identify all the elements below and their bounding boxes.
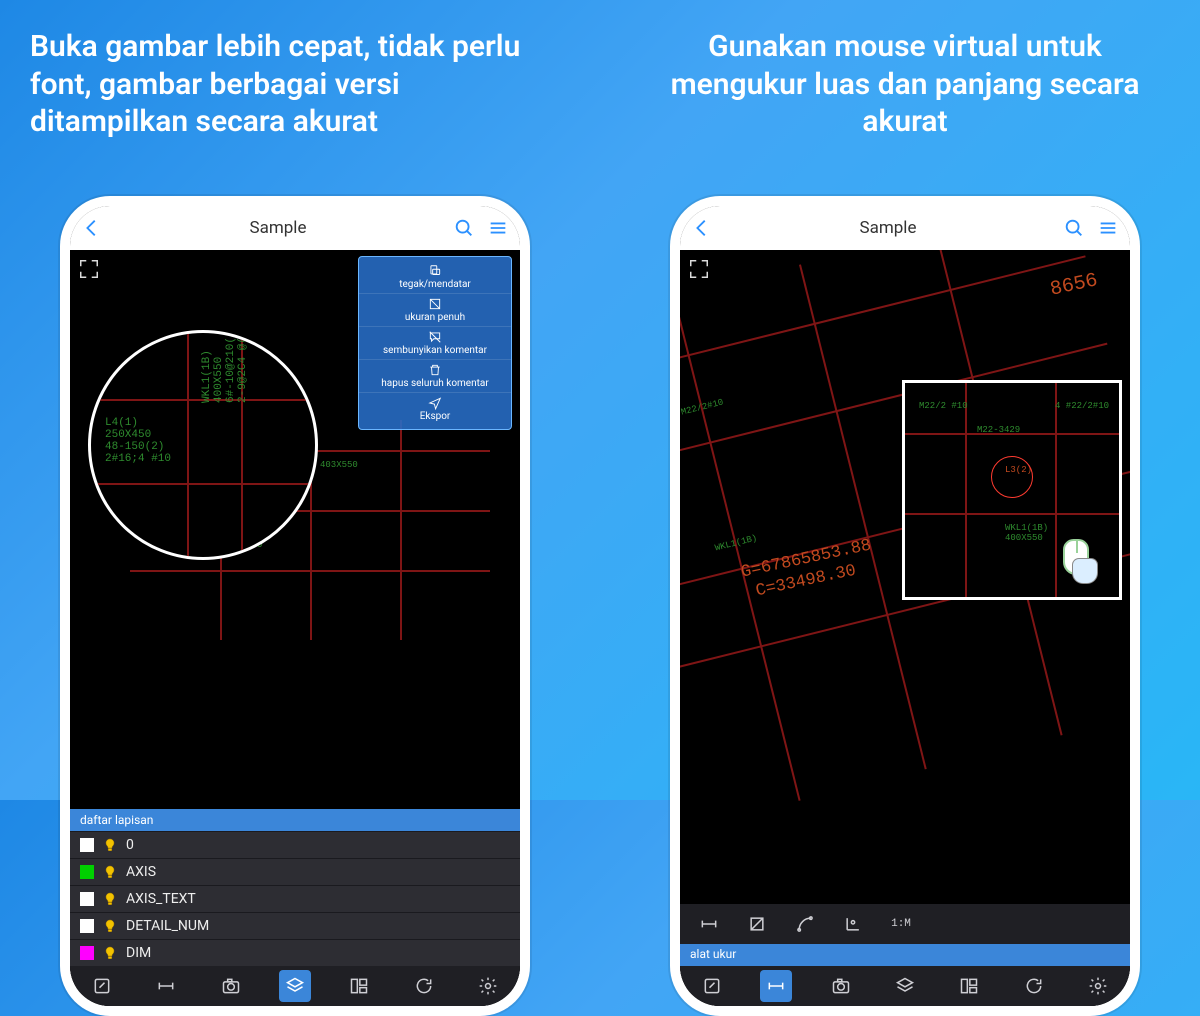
layout-tool[interactable]	[343, 970, 375, 1002]
search-button[interactable]	[450, 214, 478, 242]
subtool-scale[interactable]: 1:M	[884, 907, 918, 941]
dropdown-label: tegak/mendatar	[399, 279, 471, 290]
bulb-icon[interactable]	[104, 865, 116, 879]
back-button[interactable]	[78, 214, 106, 242]
fullscreen-button[interactable]	[688, 258, 710, 280]
promo-headline-right: Gunakan mouse virtual untuk mengukur lua…	[610, 0, 1200, 153]
promo-headline-left: Buka gambar lebih cepat, tidak perlu fon…	[0, 0, 590, 153]
dropdown-label: Ekspor	[420, 411, 451, 422]
trash-icon	[428, 363, 442, 377]
meas-label: WKL1(1B) 400X550	[1005, 523, 1048, 543]
app-bar: Sample	[680, 206, 1130, 250]
layer-panel-title: daftar lapisan	[70, 809, 520, 831]
camera-tool[interactable]	[215, 970, 247, 1002]
measure-panel-title: alat ukur	[680, 944, 1130, 966]
hide-comment-icon	[428, 330, 442, 344]
layer-color-swatch	[80, 919, 94, 933]
dropdown-label: ukuran penuh	[405, 312, 465, 323]
app-bar: Sample	[70, 206, 520, 250]
layout-tool[interactable]	[953, 970, 985, 1002]
layer-row[interactable]: 0	[70, 831, 520, 858]
layer-name: 0	[126, 837, 134, 853]
fullscreen-button[interactable]	[78, 258, 100, 280]
dropdown-label: sembunyikan komentar	[383, 345, 487, 356]
layer-name: AXIS_TEXT	[126, 891, 196, 907]
layer-name: DETAIL_NUM	[126, 918, 209, 934]
dropdown-label: hapus seluruh komentar	[381, 378, 488, 389]
subtool-length[interactable]	[692, 907, 726, 941]
layer-color-swatch	[80, 838, 94, 852]
menu-button[interactable]	[484, 214, 512, 242]
phone-mockup-left: Sample	[60, 196, 530, 1016]
layer-name: DIM	[126, 945, 151, 961]
bottom-toolbar	[680, 966, 1130, 1006]
zoom-magnifier: L4(1) 250X450 48-150(2) 2#16;4 #10 WKL1(…	[88, 330, 318, 560]
bulb-icon[interactable]	[104, 838, 116, 852]
layers-tool[interactable]	[889, 970, 921, 1002]
layer-name: AXIS	[126, 864, 156, 880]
scale-label: 1:M	[891, 918, 911, 930]
orientation-icon	[428, 264, 442, 278]
settings-tool[interactable]	[472, 970, 504, 1002]
reticle-icon	[991, 456, 1033, 498]
refresh-tool[interactable]	[1018, 970, 1050, 1002]
dropdown-item-deletecomments[interactable]: hapus seluruh komentar	[359, 360, 511, 393]
export-icon	[428, 396, 442, 410]
meas-label: M22/2 #10	[919, 401, 968, 411]
bottom-toolbar	[70, 966, 520, 1006]
magnifier-label-a: L4(1) 250X450 48-150(2) 2#16;4 #10	[105, 417, 171, 465]
meas-label: 4 #22/2#10	[1055, 401, 1109, 411]
appbar-title: Sample	[106, 218, 450, 238]
dimension-annotation: 8656	[1048, 269, 1100, 301]
camera-tool[interactable]	[825, 970, 857, 1002]
measure-tool[interactable]	[760, 970, 792, 1002]
bulb-icon[interactable]	[104, 919, 116, 933]
cad-canvas[interactable]: 403X550 48@150 tegak/mendatar ukuran pen…	[70, 250, 520, 1006]
appbar-title: Sample	[716, 218, 1060, 238]
subtool-area[interactable]	[740, 907, 774, 941]
bulb-icon[interactable]	[104, 892, 116, 906]
layer-color-swatch	[80, 946, 94, 960]
phone-mockup-right: Sample	[670, 196, 1140, 1016]
dropdown-item-export[interactable]: Ekspor	[359, 393, 511, 425]
virtual-mouse-cursor[interactable]	[1063, 539, 1103, 587]
dropdown-item-fullsize[interactable]: ukuran penuh	[359, 294, 511, 327]
layer-color-swatch	[80, 892, 94, 906]
refresh-tool[interactable]	[408, 970, 440, 1002]
layer-row[interactable]: DIM	[70, 939, 520, 966]
layer-panel: daftar lapisan 0 AXIS AXIS_TEXT	[70, 809, 520, 966]
dropdown-item-orientation[interactable]: tegak/mendatar	[359, 261, 511, 294]
layer-row[interactable]: AXIS_TEXT	[70, 885, 520, 912]
settings-tool[interactable]	[1082, 970, 1114, 1002]
measure-tool[interactable]	[150, 970, 182, 1002]
virtual-mouse-magnifier: M22/2 #10 4 #22/2#10 L3(2) M22-3429 WKL1…	[902, 380, 1122, 600]
back-button[interactable]	[688, 214, 716, 242]
magnifier-label-b: WKL1(1B) 400X550 6#-10@210(4) 2-9@2C4 @(…	[201, 330, 249, 403]
search-button[interactable]	[1060, 214, 1088, 242]
edit-tool[interactable]	[86, 970, 118, 1002]
measure-subtools: 1:M	[680, 904, 1130, 944]
edit-tool[interactable]	[696, 970, 728, 1002]
meas-label: M22-3429	[977, 425, 1020, 435]
layer-color-swatch	[80, 865, 94, 879]
layer-row[interactable]: AXIS	[70, 858, 520, 885]
bulb-icon[interactable]	[104, 946, 116, 960]
fullsize-icon	[428, 297, 442, 311]
dropdown-item-hidecomments[interactable]: sembunyikan komentar	[359, 327, 511, 360]
layer-row[interactable]: DETAIL_NUM	[70, 912, 520, 939]
options-dropdown: tegak/mendatar ukuran penuh sembunyikan …	[358, 256, 512, 430]
menu-button[interactable]	[1094, 214, 1122, 242]
layers-tool[interactable]	[279, 970, 311, 1002]
subtool-arc[interactable]	[788, 907, 822, 941]
subtool-coord[interactable]	[836, 907, 870, 941]
cad-canvas[interactable]: M22/2#10 WKL1(1B) 8656 G=67865853.88 C=3…	[680, 250, 1130, 1006]
